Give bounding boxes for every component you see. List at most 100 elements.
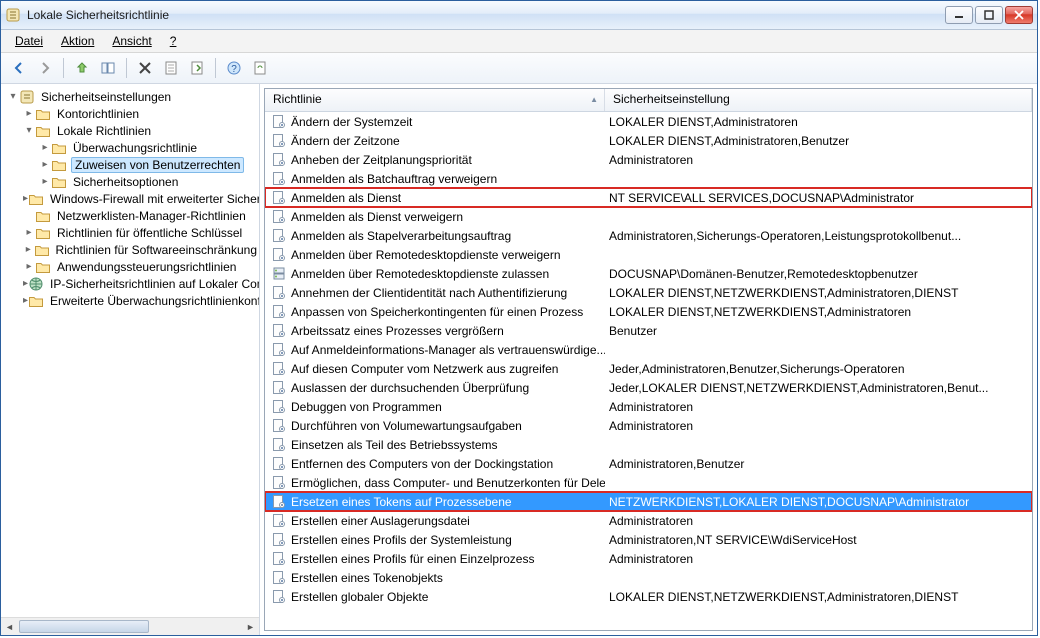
list-row[interactable]: Anmelden als StapelverarbeitungsauftragA…: [265, 226, 1032, 245]
folder-icon: [28, 191, 44, 207]
row-value: Administratoren: [605, 400, 1032, 414]
tree-hscrollbar[interactable]: ◄ ►: [1, 617, 259, 635]
list-row[interactable]: Erstellen eines Profils der Systemleistu…: [265, 530, 1032, 549]
list-row[interactable]: Erstellen einer AuslagerungsdateiAdminis…: [265, 511, 1032, 530]
row-name: Anmelden als Stapelverarbeitungsauftrag: [291, 229, 511, 243]
tree-item[interactable]: ▸IP-Sicherheitsrichtlinien auf Lokaler C…: [1, 275, 259, 292]
svg-text:?: ?: [231, 64, 237, 75]
folder-icon: [28, 276, 44, 292]
export-button[interactable]: [185, 56, 209, 80]
list-row[interactable]: Arbeitssatz eines Prozesses vergrößernBe…: [265, 321, 1032, 340]
expand-icon[interactable]: ▸: [23, 244, 34, 255]
up-button[interactable]: [70, 56, 94, 80]
list-row[interactable]: Anmelden über Remotedesktopdienste verwe…: [265, 245, 1032, 264]
folder-icon: [35, 208, 51, 224]
tree-item[interactable]: ▾ Lokale Richtlinien: [1, 122, 259, 139]
maximize-button[interactable]: [975, 6, 1003, 24]
menu-view[interactable]: Ansicht: [104, 32, 159, 50]
row-name: Erstellen eines Profils für einen Einzel…: [291, 552, 534, 566]
list-row[interactable]: Anmelden als DienstNT SERVICE\ALL SERVIC…: [265, 188, 1032, 207]
list-row[interactable]: Debuggen von ProgrammenAdministratoren: [265, 397, 1032, 416]
tree-item[interactable]: ▸Zuweisen von Benutzerrechten: [1, 156, 259, 173]
menu-help[interactable]: ?: [162, 32, 185, 50]
list-row[interactable]: Auf diesen Computer vom Netzwerk aus zug…: [265, 359, 1032, 378]
list-row[interactable]: Erstellen globaler ObjekteLOKALER DIENST…: [265, 587, 1032, 606]
list-row[interactable]: Ändern der ZeitzoneLOKALER DIENST,Admini…: [265, 131, 1032, 150]
list-row[interactable]: Durchführen von VolumewartungsaufgabenAd…: [265, 416, 1032, 435]
tree-root[interactable]: ▾ Sicherheitseinstellungen: [1, 88, 259, 105]
tree-item[interactable]: ▸Windows-Firewall mit erweiterter Sicher…: [1, 190, 259, 207]
list-row[interactable]: Anmelden über Remotedesktopdienste zulas…: [265, 264, 1032, 283]
column-setting[interactable]: Sicherheitseinstellung: [605, 89, 1032, 111]
list-body[interactable]: Ändern der SystemzeitLOKALER DIENST,Admi…: [265, 112, 1032, 630]
row-name: Anmelden als Dienst: [291, 191, 401, 205]
tree[interactable]: ▾ Sicherheitseinstellungen▸Kontorichtlini…: [1, 84, 259, 617]
policy-icon: [271, 589, 287, 605]
window-title: Lokale Sicherheitsrichtlinie: [27, 8, 945, 22]
menu-file[interactable]: Datei: [7, 32, 51, 50]
row-name: Auf diesen Computer vom Netzwerk aus zug…: [291, 362, 558, 376]
column-policy[interactable]: Richtlinie▲: [265, 89, 605, 111]
policy-icon: [271, 361, 287, 377]
tree-item[interactable]: Netzwerklisten-Manager-Richtlinien: [1, 207, 259, 224]
expand-icon[interactable]: ▾: [23, 125, 35, 136]
list-row[interactable]: Anpassen von Speicherkontingenten für ei…: [265, 302, 1032, 321]
tree-item[interactable]: ▸Erweiterte Überwachungsrichtlinienkonfi…: [1, 292, 259, 309]
list-row[interactable]: Anmelden als Batchauftrag verweigern: [265, 169, 1032, 188]
expand-icon[interactable]: ▸: [23, 227, 35, 238]
row-value: DOCUSNAP\Domänen-Benutzer,Remotedesktopb…: [605, 267, 1032, 281]
expand-icon[interactable]: ▸: [23, 261, 35, 272]
row-name: Anmelden als Dienst verweigern: [291, 210, 463, 224]
list-row[interactable]: Annehmen der Clientidentität nach Authen…: [265, 283, 1032, 302]
list-row[interactable]: Ersetzen eines Tokens auf ProzessebeneNE…: [265, 492, 1032, 511]
row-value: LOKALER DIENST,NETZWERKDIENST,Administra…: [605, 305, 1032, 319]
titlebar[interactable]: Lokale Sicherheitsrichtlinie: [1, 1, 1037, 30]
forward-button[interactable]: [33, 56, 57, 80]
row-value: LOKALER DIENST,Administratoren: [605, 115, 1032, 129]
expand-icon[interactable]: ▸: [39, 176, 51, 187]
expand-icon[interactable]: ▸: [39, 159, 51, 170]
tree-item[interactable]: ▸Sicherheitsoptionen: [1, 173, 259, 190]
list-row[interactable]: Auslassen der durchsuchenden Überprüfung…: [265, 378, 1032, 397]
row-name: Arbeitssatz eines Prozesses vergrößern: [291, 324, 504, 338]
row-name: Ändern der Zeitzone: [291, 134, 400, 148]
tree-item[interactable]: ▸Überwachungsrichtlinie: [1, 139, 259, 156]
close-button[interactable]: [1005, 6, 1033, 24]
list-row[interactable]: Einsetzen als Teil des Betriebssystems: [265, 435, 1032, 454]
tree-item[interactable]: ▸Kontorichtlinien: [1, 105, 259, 122]
list-header: Richtlinie▲ Sicherheitseinstellung: [265, 89, 1032, 112]
help-button[interactable]: ?: [222, 56, 246, 80]
tree-label: Lokale Richtlinien: [55, 124, 153, 138]
tree-label: Sicherheitseinstellungen: [39, 90, 173, 104]
delete-button[interactable]: [133, 56, 157, 80]
list-row[interactable]: Erstellen eines Tokenobjekts: [265, 568, 1032, 587]
show-hide-tree-button[interactable]: [96, 56, 120, 80]
row-value: Jeder,LOKALER DIENST,NETZWERKDIENST,Admi…: [605, 381, 1032, 395]
menu-action[interactable]: Aktion: [53, 32, 102, 50]
row-value: Administratoren: [605, 552, 1032, 566]
row-value: LOKALER DIENST,NETZWERKDIENST,Administra…: [605, 590, 1032, 604]
policy-icon: [271, 437, 287, 453]
back-button[interactable]: [7, 56, 31, 80]
list-row[interactable]: Anmelden als Dienst verweigern: [265, 207, 1032, 226]
minimize-button[interactable]: [945, 6, 973, 24]
expand-icon[interactable]: ▸: [23, 108, 35, 119]
list-row[interactable]: Anheben der ZeitplanungsprioritätAdminis…: [265, 150, 1032, 169]
refresh-button[interactable]: [248, 56, 272, 80]
expand-icon[interactable]: ▾: [7, 91, 19, 102]
policy-icon: [271, 171, 287, 187]
list-row[interactable]: Ändern der SystemzeitLOKALER DIENST,Admi…: [265, 112, 1032, 131]
list-row[interactable]: Entfernen des Computers von der Dockings…: [265, 454, 1032, 473]
policy-icon: [271, 247, 287, 263]
tree-item[interactable]: ▸Anwendungssteuerungsrichtlinien: [1, 258, 259, 275]
policy-icon: [271, 304, 287, 320]
tree-label: Richtlinien für öffentliche Schlüssel: [55, 226, 244, 240]
tree-item[interactable]: ▸ Richtlinien für öffentliche Schlüssel: [1, 224, 259, 241]
list-row[interactable]: Erstellen eines Profils für einen Einzel…: [265, 549, 1032, 568]
expand-icon[interactable]: ▸: [39, 142, 51, 153]
list-row[interactable]: Auf Anmeldeinformations-Manager als vert…: [265, 340, 1032, 359]
tree-item[interactable]: ▸Richtlinien für Softwareeinschränkung: [1, 241, 259, 258]
list-row[interactable]: Ermöglichen, dass Computer- und Benutzer…: [265, 473, 1032, 492]
folder-icon: [35, 259, 51, 275]
properties-button[interactable]: [159, 56, 183, 80]
